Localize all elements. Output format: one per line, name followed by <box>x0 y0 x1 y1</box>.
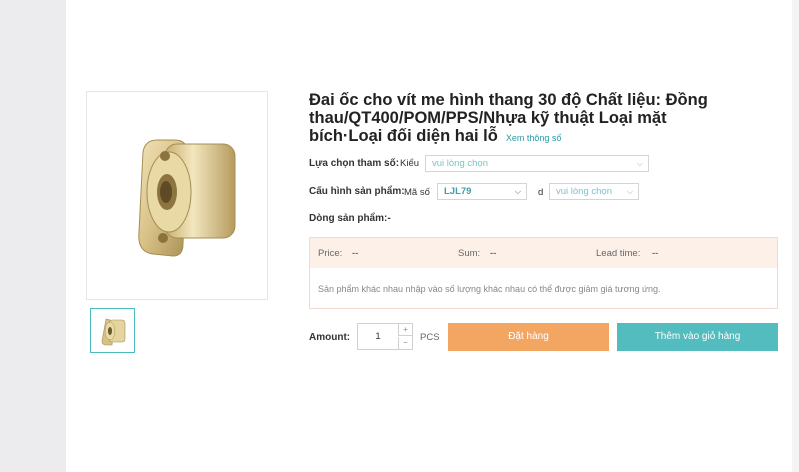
product-line-value: - <box>387 213 391 224</box>
pricing-header: Price: -- Sum: -- Lead time: -- <box>310 238 777 268</box>
place-order-button[interactable]: Đặt hàng <box>448 323 609 351</box>
add-to-cart-button[interactable]: Thêm vào giỏ hàng <box>617 323 778 351</box>
code-prefix: Mã số <box>404 187 430 198</box>
type-select-value: vui lòng chọn <box>432 158 488 169</box>
quantity-stepper: 1 + − <box>357 323 413 350</box>
product-config-label: Cấu hình sản phẩm: <box>309 186 405 197</box>
amount-label: Amount: <box>309 332 351 343</box>
product-line-label: Dòng sản phẩm: <box>309 213 388 224</box>
code-select-value: LJL79 <box>444 186 472 197</box>
increment-button[interactable]: + <box>398 324 412 336</box>
decrement-button[interactable]: − <box>398 337 412 349</box>
view-specs-link[interactable]: Xem thông số <box>506 133 562 143</box>
chevron-down-icon: ⌵ <box>636 159 643 168</box>
d-prefix: d <box>538 187 544 198</box>
chevron-down-icon: ⌵ <box>626 187 633 196</box>
product-main-image <box>86 91 268 300</box>
lead-time-value: -- <box>652 248 659 259</box>
type-prefix: Kiểu <box>400 158 420 169</box>
quantity-input[interactable]: 1 <box>358 324 398 349</box>
type-select[interactable]: vui lòng chọn ⌵ <box>425 155 649 172</box>
unit-label: PCS <box>420 332 440 343</box>
d-select[interactable]: vui lòng chọn ⌵ <box>549 183 639 200</box>
brass-flanged-nut-thumbnail <box>101 318 126 346</box>
chevron-down-icon: ⌵ <box>514 187 521 196</box>
product-thumbnail[interactable] <box>90 308 135 353</box>
price-value: -- <box>352 248 359 259</box>
scrollbar[interactable] <box>792 0 799 472</box>
sum-value: -- <box>490 248 497 259</box>
lead-time-label: Lead time: <box>596 248 641 259</box>
d-select-value: vui lòng chọn <box>556 186 612 197</box>
price-label: Price: <box>318 248 343 259</box>
brass-flanged-nut-image <box>138 139 236 257</box>
discount-note: Sản phẩm khác nhau nhập vào số lượng khá… <box>318 284 661 294</box>
sum-label: Sum: <box>458 248 481 259</box>
pricing-box: Price: -- Sum: -- Lead time: -- Sản phẩm… <box>309 237 778 309</box>
product-title: Đai ốc cho vít me hình thang 30 độ Chất … <box>309 91 709 147</box>
code-select[interactable]: LJL79 ⌵ <box>437 183 527 200</box>
param-selection-label: Lựa chọn tham số: <box>309 158 400 169</box>
product-line: Dòng sản phẩm:- <box>309 213 391 224</box>
